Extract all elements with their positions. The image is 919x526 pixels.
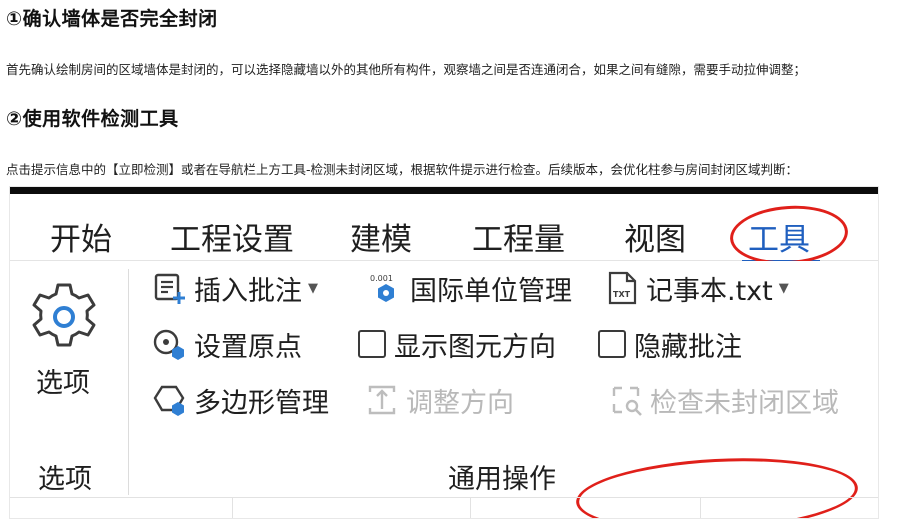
title-bar-strip [10,187,878,194]
options-button-label[interactable]: 选项 [36,361,90,400]
hide-notes-checkbox[interactable]: 隐藏批注 [598,323,742,365]
check-area-icon [612,386,642,416]
insert-note-button[interactable]: 插入批注 ▼ [152,267,318,309]
tab-start[interactable]: 开始 [50,214,112,259]
txt-file-icon: TXT [608,271,637,305]
adjust-direction-icon [368,385,396,415]
tab-quantities[interactable]: 工程量 [472,214,565,259]
notepad-button[interactable]: TXT 记事本.txt ▼ [604,267,789,309]
ribbon-bottom-line [10,497,878,498]
svg-text:0.001: 0.001 [370,274,393,283]
group-divider [128,269,129,495]
tick-divider [700,498,701,518]
ribbon-tab-bar: 开始 工程设置 建模 工程量 视图 工具 [10,194,878,269]
tick-divider [470,498,471,518]
notepad-label: 记事本.txt [646,275,773,307]
set-origin-icon [153,329,184,360]
chevron-down-icon[interactable]: ▼ [308,281,318,296]
polygon-manage-button[interactable]: 多边形管理 [152,379,329,421]
set-origin-label: 设置原点 [194,331,302,363]
unit-manage-label: 国际单位管理 [410,275,572,307]
check-unclosed-button[interactable]: 检查未封闭区域 [608,379,839,421]
chevron-down-icon[interactable]: ▼ [779,281,789,296]
adjust-direction-button[interactable]: 调整方向 [364,379,514,421]
hide-notes-check[interactable] [598,330,626,358]
tab-view[interactable]: 视图 [624,214,686,259]
tab-project-settings[interactable]: 工程设置 [170,214,294,259]
annotation-circle-check-unclosed [574,451,860,518]
tab-modeling[interactable]: 建模 [350,214,412,259]
international-unit-icon: 0.001 [370,274,394,302]
general-group-label: 通用操作 [448,464,556,495]
adjust-direction-label: 调整方向 [406,387,514,419]
paragraph-2: 点击提示信息中的【立即检测】或者在导航栏上方工具-检测未封闭区域，根据软件提示进… [6,162,799,177]
tick-divider [232,498,233,518]
unit-manage-button[interactable]: 0.001 国际单位管理 [368,267,572,309]
set-origin-button[interactable]: 设置原点 [152,323,302,365]
show-direction-checkbox[interactable]: 显示图元方向 [358,323,556,365]
ribbon-panel: 选项 选项 插入批注 ▼ 0.001 国际单位管理 TXT 记事本.txt ▼ … [10,261,878,518]
polygon-manage-label: 多边形管理 [194,387,329,419]
polygon-icon [153,385,185,416]
insert-note-label: 插入批注 [194,275,302,307]
software-screenshot: 开始 工程设置 建模 工程量 视图 工具 选项 选项 插入批注 ▼ 0.001 … [10,187,878,518]
hide-notes-label: 隐藏批注 [634,331,742,363]
heading-2: ②使用软件检测工具 [6,108,179,130]
check-unclosed-label: 检查未封闭区域 [650,387,839,419]
show-direction-label: 显示图元方向 [394,331,556,363]
paragraph-1: 首先确认绘制房间的区域墙体是封闭的，可以选择隐藏墙以外的其他所有构件，观察墙之间… [6,62,807,77]
gear-icon[interactable] [28,281,100,353]
svg-text:TXT: TXT [613,290,631,299]
insert-note-icon [154,273,185,304]
options-group-label: 选项 [38,464,92,495]
show-direction-check[interactable] [358,330,386,358]
heading-1: ①确认墙体是否完全封闭 [6,8,218,30]
annotation-circle-tools-tab [728,201,850,269]
